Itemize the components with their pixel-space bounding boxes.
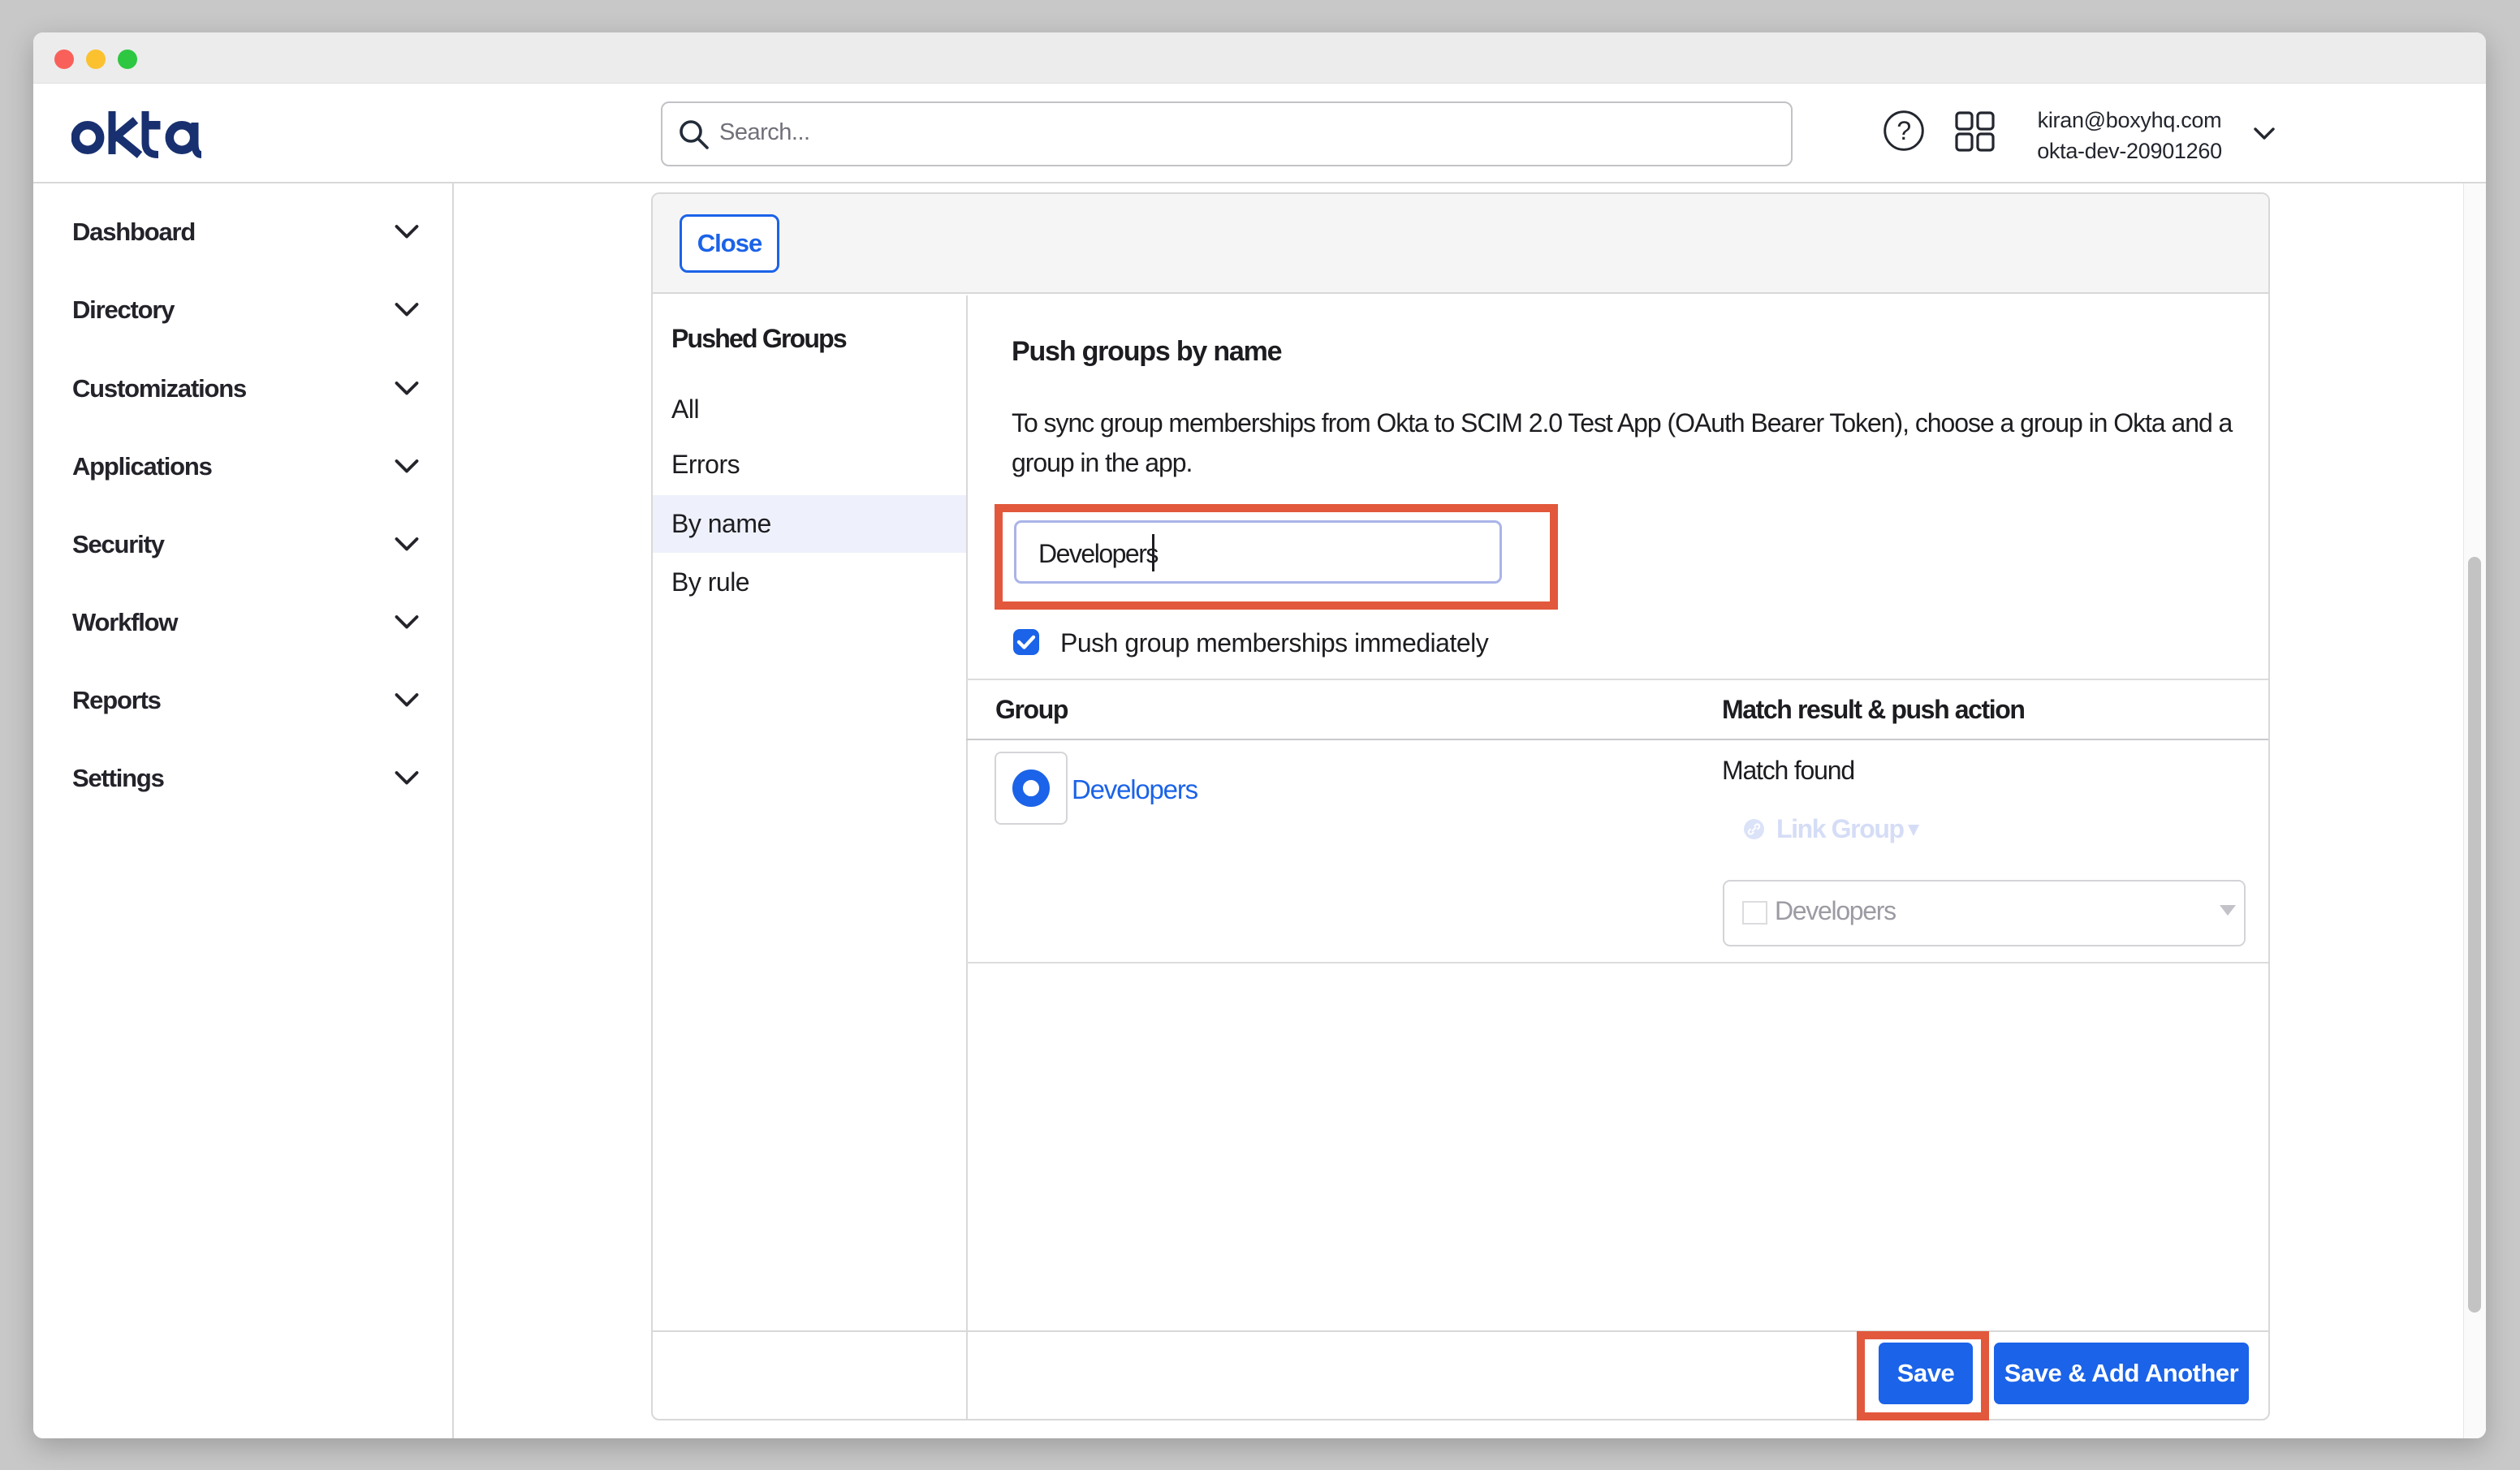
- svg-text:?: ?: [1896, 116, 1910, 145]
